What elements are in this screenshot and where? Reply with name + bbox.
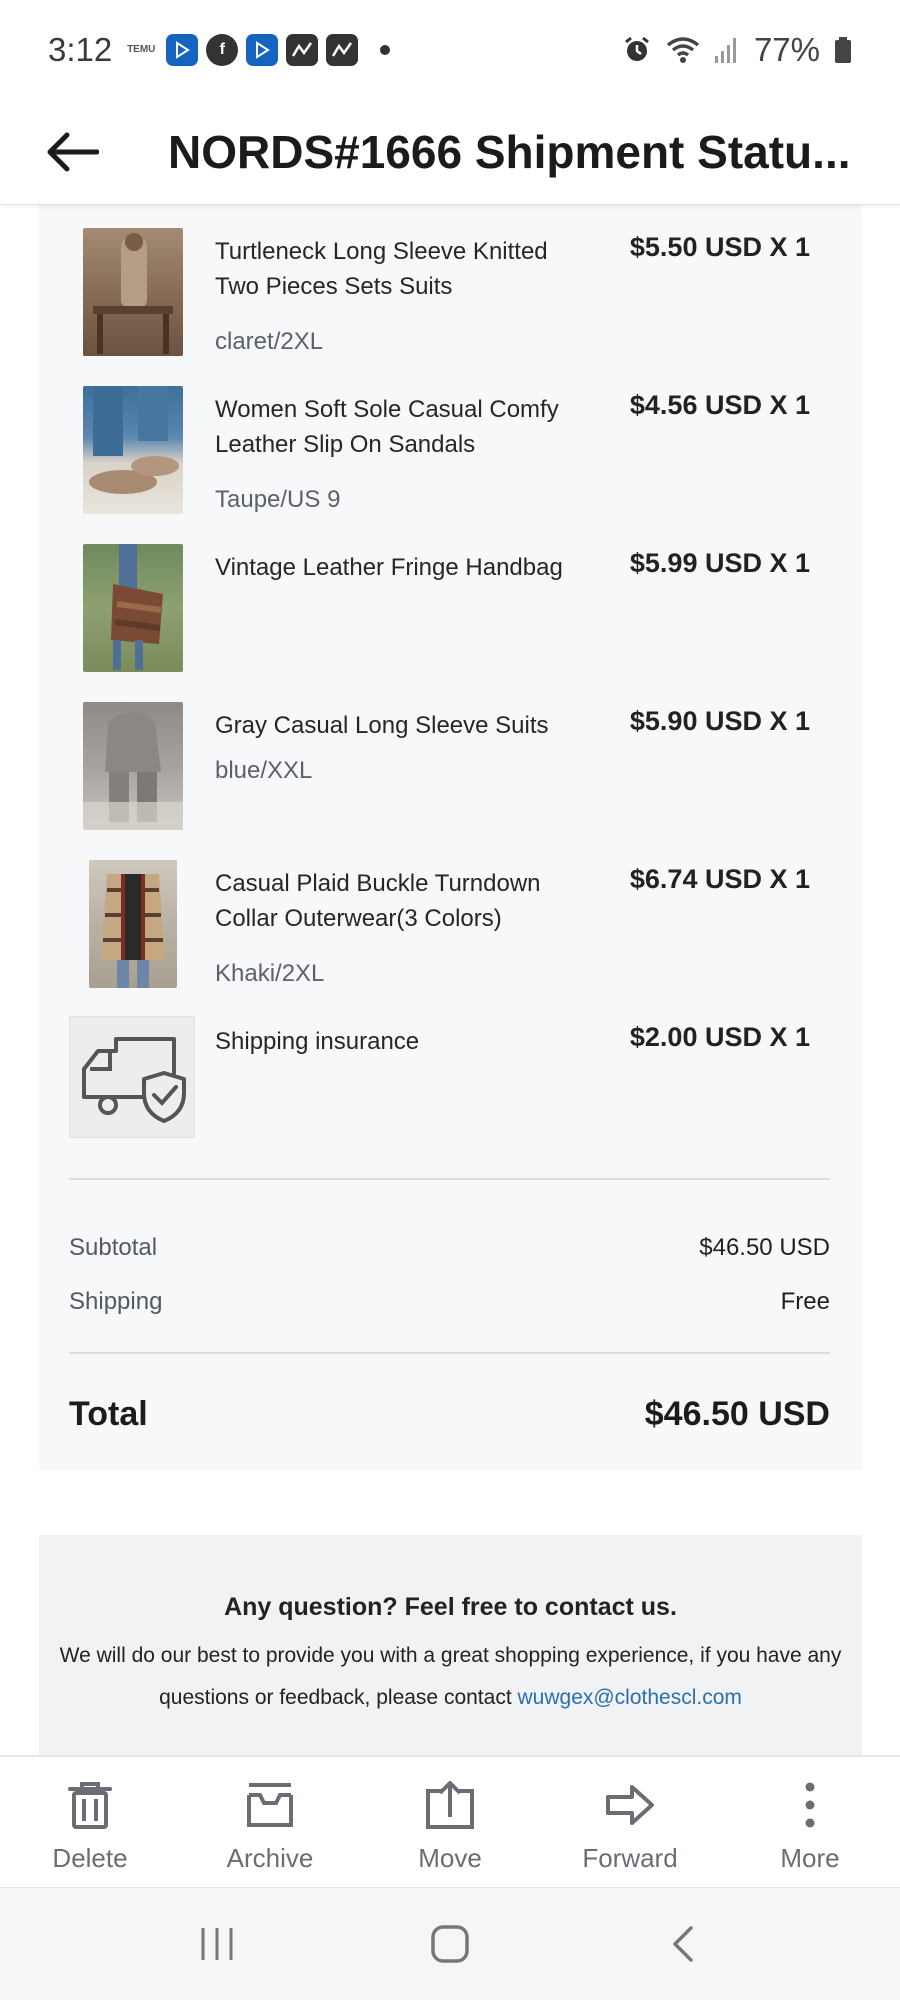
home-button[interactable] xyxy=(410,1914,490,1974)
more-vertical-icon xyxy=(805,1782,815,1828)
product-variant: Taupe/US 9 xyxy=(215,486,341,513)
product-price: $5.50 USD X 1 xyxy=(629,232,810,262)
more-button[interactable]: More xyxy=(720,1757,900,1889)
home-icon xyxy=(431,1925,469,1963)
total-value: $46.50 USD xyxy=(644,1395,830,1433)
chart-app-icon xyxy=(286,34,319,66)
product-variant: claret/2XL xyxy=(215,328,324,355)
shipping-label: Shipping xyxy=(69,1288,163,1315)
product-name: Vintage Leather Fringe Handbag xyxy=(215,554,563,581)
play-icon xyxy=(166,34,199,66)
subtotal-label: Subtotal xyxy=(69,1234,158,1261)
arrow-left-icon xyxy=(47,132,99,172)
battery-percent: 77% xyxy=(753,31,820,68)
product-variant: Khaki/2XL xyxy=(215,960,325,987)
product-price: $4.56 USD X 1 xyxy=(629,390,810,420)
app-bar: NORDS#1666 Shipment Statu... xyxy=(0,100,900,205)
order-item: Women Soft Sole Casual Comfy Leather Sli… xyxy=(39,386,862,536)
shipping-value: Free xyxy=(780,1288,830,1315)
email-action-bar: Delete Archive Move Forward More xyxy=(0,1755,900,1887)
product-name: Turtleneck Long Sleeve Knitted Two Piece… xyxy=(215,238,548,300)
facebook-icon: f xyxy=(206,34,239,66)
product-name: Gray Casual Long Sleeve Suits xyxy=(215,712,549,739)
status-time: 3:12 xyxy=(48,31,113,68)
product-price: $2.00 USD X 1 xyxy=(629,1022,810,1052)
product-price: $6.74 USD X 1 xyxy=(629,864,810,894)
product-image xyxy=(83,544,183,672)
recent-apps-button[interactable] xyxy=(177,1914,257,1974)
product-price: $5.90 USD X 1 xyxy=(629,706,810,736)
archive-label: Archive xyxy=(226,1843,314,1873)
product-image xyxy=(83,228,183,356)
product-image xyxy=(83,386,183,514)
contact-section: Any question? Feel free to contact us. W… xyxy=(39,1535,862,1755)
contact-body: We will do our best to provide you with … xyxy=(59,1635,842,1719)
forward-label: Forward xyxy=(582,1843,678,1873)
chevron-left-icon xyxy=(673,1926,694,1962)
move-label: Move xyxy=(418,1843,482,1873)
order-item: Turtleneck Long Sleeve Knitted Two Piece… xyxy=(39,228,862,378)
system-navigation-bar xyxy=(0,1887,900,2000)
wifi-icon xyxy=(666,37,700,63)
order-item: Shipping insurance $2.00 USD X 1 xyxy=(39,1016,862,1168)
more-label: More xyxy=(780,1843,840,1873)
product-image xyxy=(89,860,177,988)
back-button[interactable] xyxy=(38,117,108,187)
product-name: Women Soft Sole Casual Comfy Leather Sli… xyxy=(215,396,559,458)
total-label: Total xyxy=(69,1395,148,1433)
system-icons: 77% xyxy=(622,31,852,69)
order-item: Casual Plaid Buckle Turndown Collar Oute… xyxy=(39,860,862,1010)
order-item: Gray Casual Long Sleeve Suits blue/XXL $… xyxy=(39,702,862,852)
contact-email-link[interactable]: wuwgex@clothescl.com xyxy=(518,1686,742,1709)
alarm-icon xyxy=(625,36,649,61)
archive-button[interactable]: Archive xyxy=(180,1757,360,1889)
dot-icon xyxy=(380,45,391,55)
delete-label: Delete xyxy=(52,1843,128,1873)
order-summary-card: Turtleneck Long Sleeve Knitted Two Piece… xyxy=(39,205,862,1470)
chart-app-icon xyxy=(326,34,359,66)
status-bar: 3:12 TEMU f 77% xyxy=(0,0,900,100)
move-button[interactable]: Move xyxy=(360,1757,540,1889)
shipping-insurance-icon xyxy=(69,1016,195,1138)
product-name: Casual Plaid Buckle Turndown Collar Oute… xyxy=(215,870,541,932)
product-name: Shipping insurance xyxy=(215,1028,420,1055)
divider xyxy=(69,1352,830,1354)
page-title: NORDS#1666 Shipment Statu... xyxy=(168,126,848,178)
subtotal-value: $46.50 USD xyxy=(699,1234,830,1261)
play-icon xyxy=(246,34,279,66)
archive-icon xyxy=(247,1783,293,1827)
move-icon xyxy=(426,1781,474,1829)
recent-apps-icon xyxy=(201,1928,233,1960)
product-variant: blue/XXL xyxy=(215,757,313,784)
battery-icon xyxy=(835,37,851,63)
forward-icon xyxy=(606,1785,654,1825)
divider xyxy=(69,1178,830,1180)
product-price: $5.99 USD X 1 xyxy=(629,548,810,578)
delete-button[interactable]: Delete xyxy=(0,1757,180,1889)
forward-button[interactable]: Forward xyxy=(540,1757,720,1889)
product-image xyxy=(83,702,183,830)
system-back-button[interactable] xyxy=(643,1914,723,1974)
temu-icon: TEMU xyxy=(127,44,156,55)
order-item: Vintage Leather Fringe Handbag $5.99 USD… xyxy=(39,544,862,694)
trash-icon xyxy=(68,1782,112,1829)
signal-icon xyxy=(714,38,736,63)
contact-heading: Any question? Feel free to contact us. xyxy=(224,1593,677,1621)
notification-icons: TEMU f xyxy=(124,34,391,66)
